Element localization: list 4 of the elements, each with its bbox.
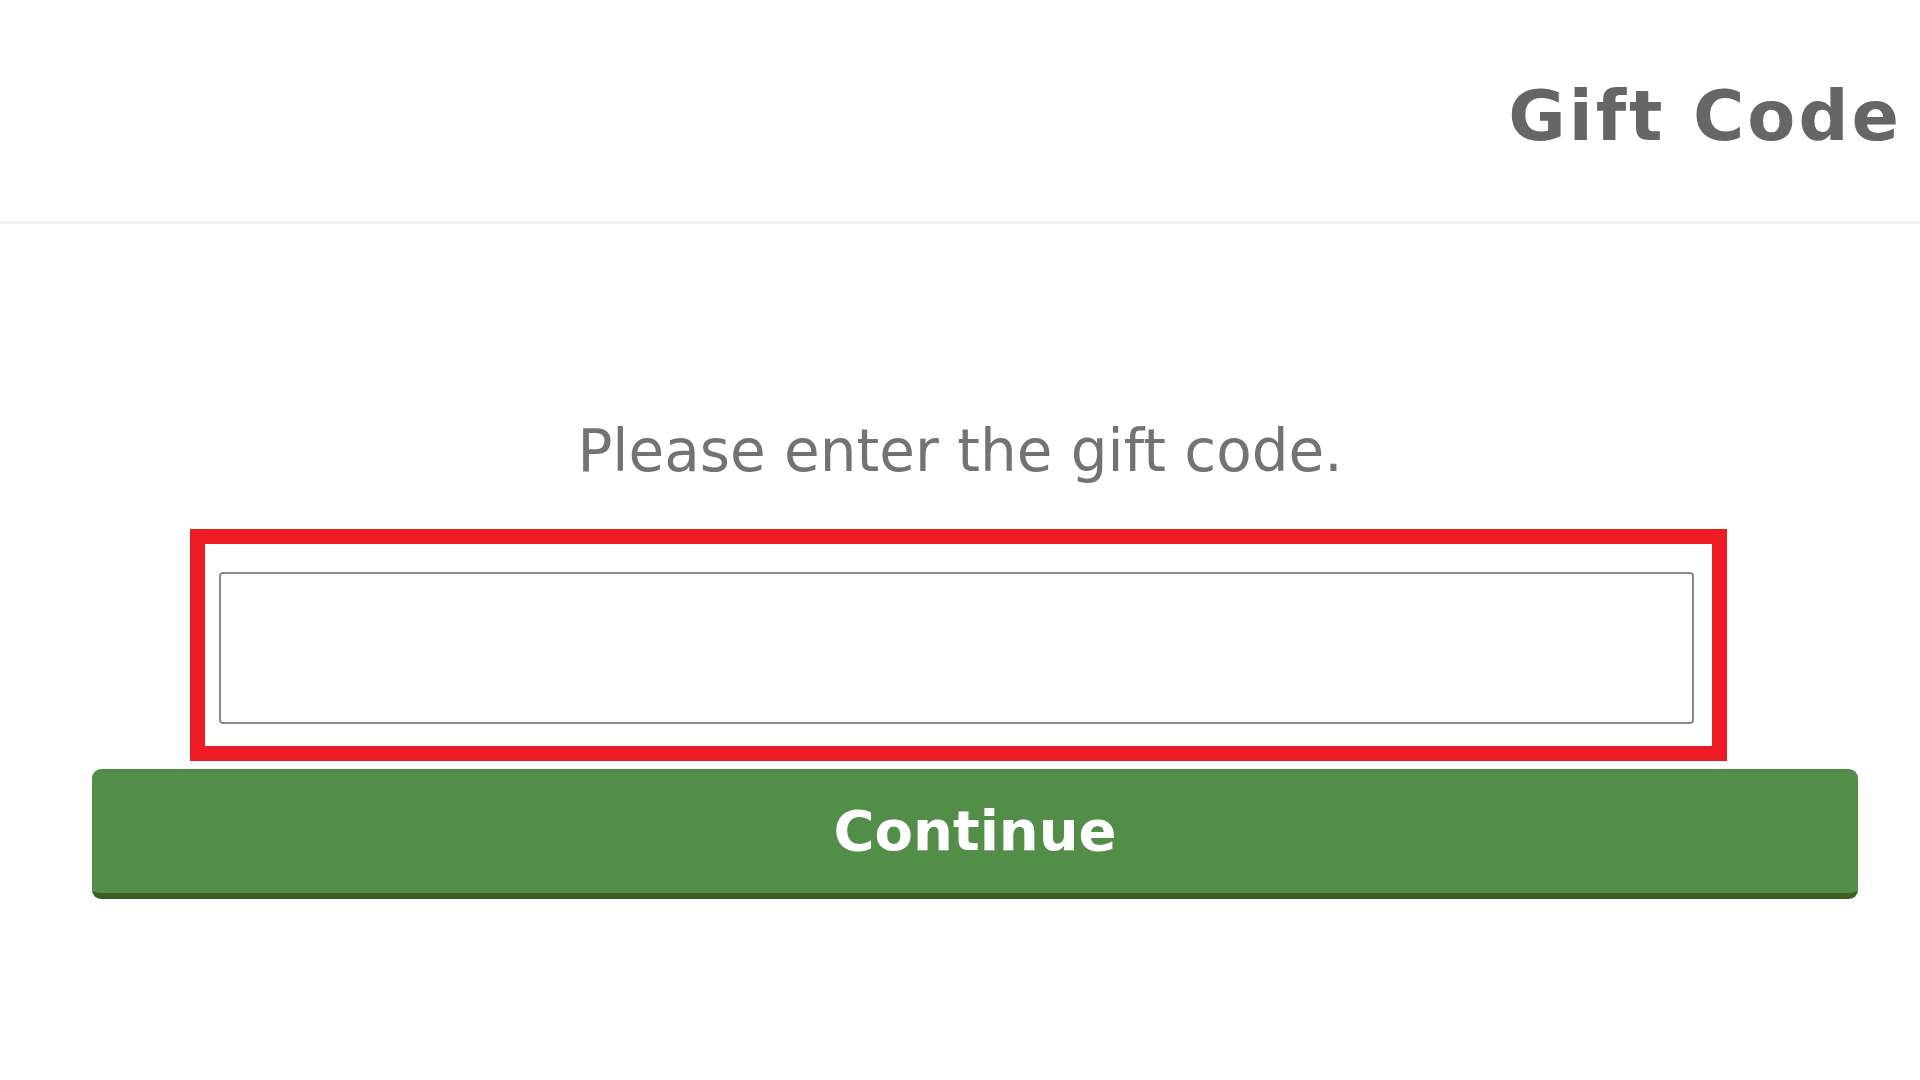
continue-button[interactable]: Continue [92,768,1858,899]
page-title: Gift Code [1508,76,1902,157]
prompt-text: Please enter the gift code. [577,418,1343,485]
gift-code-input[interactable] [219,571,1694,724]
